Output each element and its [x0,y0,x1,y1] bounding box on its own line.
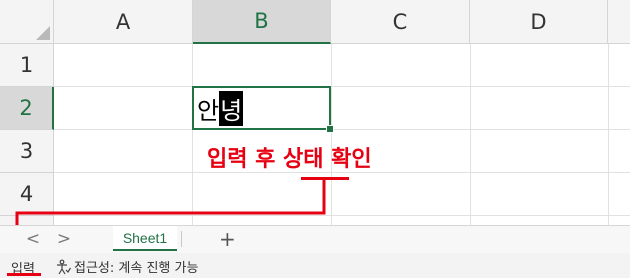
sheet-tab-label: Sheet1 [122,229,168,246]
scroll-tabs-right-icon[interactable]: > [55,229,73,249]
sheet-tab-sheet1[interactable]: Sheet1 [113,226,177,251]
add-sheet-icon[interactable]: + [219,227,236,251]
accessibility-status-text: 접근성: 계속 진행 가능 [74,261,199,276]
status-bar: 입력 접근성: 계속 진행 가능 [0,253,630,278]
status-mode-underline [7,273,41,276]
scroll-tabs-left-icon[interactable]: < [24,229,42,249]
sheet-tab-bar: < > Sheet1 + [0,225,630,253]
accessibility-icon [57,259,71,274]
accessibility-status[interactable]: 접근성: 계속 진행 가능 [55,257,198,276]
tab-divider [181,231,182,247]
